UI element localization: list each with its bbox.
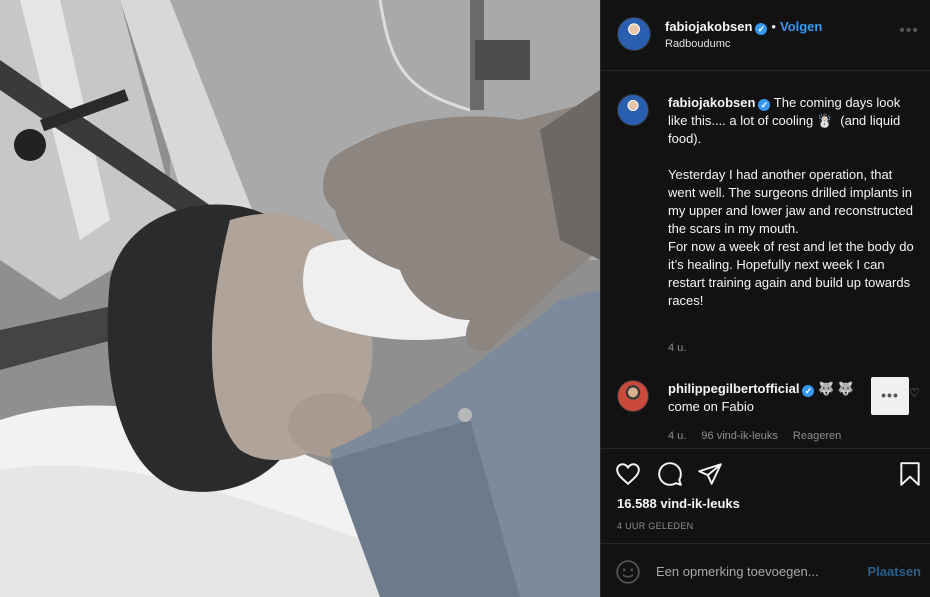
commenter-username[interactable]: philippegilbertofficial [668,381,799,396]
comment-item: philippegilbertofficial ✓ 🐺 🐺 come on Fab… [617,377,920,450]
comment-bubble-icon[interactable] [657,461,683,487]
reply-button[interactable]: Reageren [793,430,841,442]
caption-avatar[interactable] [617,94,649,126]
comment-meta: 4 u. 96 vind-ik-leuks Reageren [668,430,853,442]
caption-username[interactable]: fabiojakobsen [668,95,755,110]
comment-text: philippegilbertofficial ✓ 🐺 🐺 come on Fab… [668,380,868,416]
comment-timestamp[interactable]: 4 u. [668,430,686,442]
bookmark-icon[interactable] [897,461,923,487]
add-comment-form: Plaatsen [601,543,930,597]
hospital-photo-illustration [0,0,600,597]
comment-like-heart-icon[interactable]: ♡ [909,386,920,400]
post-location[interactable]: Radboudumc [665,38,730,50]
post-comment-button[interactable]: Plaatsen [868,564,921,579]
verified-badge-icon: ✓ [755,23,768,35]
author-avatar[interactable] [617,17,651,51]
like-count[interactable]: 16.588 vind-ik-leuks [617,496,740,511]
heart-icon[interactable] [615,461,641,487]
action-bar [601,448,930,498]
commenter-avatar[interactable] [617,380,649,412]
caption-text: fabiojakobsen ✓ The coming days look like… [668,94,918,310]
post-time-ago[interactable]: 4 UUR GELEDEN [617,521,693,531]
post-photo[interactable] [0,0,600,597]
verified-badge-icon: ✓ [802,385,815,397]
comment-likes[interactable]: 96 vind-ik-leuks [701,430,777,442]
comment-more-options-button[interactable]: ••• [871,377,909,415]
paper-plane-icon[interactable] [697,461,723,487]
separator-dot: • [771,19,776,34]
post-details-panel: fabiojakobsen ✓ • Volgen Radboudumc ••• fab… [600,0,930,597]
smiley-icon[interactable] [615,559,641,585]
comment-emojis: 🐺 🐺 [814,381,855,396]
comment-input[interactable] [656,561,856,581]
caption-timestamp[interactable]: 4 u. [668,342,686,354]
caption-body: The coming days look like this.... a lot… [668,95,914,308]
follow-button[interactable]: Volgen [780,19,822,34]
author-username[interactable]: fabiojakobsen [665,19,752,34]
comment-body: come on Fabio [668,399,754,414]
verified-badge-icon: ✓ [758,99,771,111]
post-header: fabiojakobsen ✓ • Volgen Radboudumc ••• [601,0,930,71]
more-options-icon[interactable]: ••• [899,22,919,40]
author-line: fabiojakobsen ✓ • Volgen [665,18,822,36]
